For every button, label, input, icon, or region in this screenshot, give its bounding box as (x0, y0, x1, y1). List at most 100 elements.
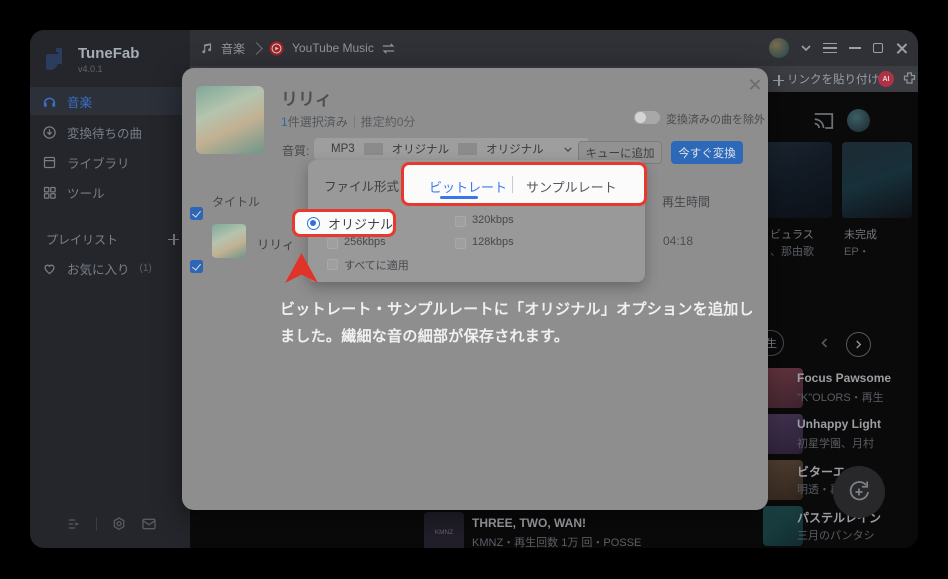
album-subtitle: EP・ (844, 243, 870, 259)
tab-bitrate[interactable]: ビットレート (429, 177, 507, 196)
column-duration-header: 再生時間 (662, 193, 710, 210)
song-subtitle: 三月のパンタシ (797, 527, 875, 543)
music-note-icon (200, 41, 214, 55)
playlist-cover-art (196, 86, 264, 154)
album-cover[interactable] (842, 142, 912, 218)
highlight-tabs-box: ビットレート サンプルレート (401, 162, 647, 206)
grid-icon (42, 185, 57, 200)
app-name: TuneFab (78, 46, 139, 61)
heart-icon (42, 261, 57, 276)
maximize-icon[interactable] (873, 43, 883, 53)
playlist-title: リリィ (281, 85, 332, 110)
library-icon (42, 155, 57, 170)
sidebar: TuneFab v4.0.1 音楽 変換待ちの曲 ライブラリ ツール プレイリス… (30, 30, 190, 548)
app-logo: TuneFab v4.0.1 (46, 46, 139, 74)
log-list-icon[interactable] (66, 516, 82, 532)
option-checkbox[interactable] (455, 238, 466, 249)
window-controls (769, 30, 908, 66)
swap-source-icon[interactable] (381, 42, 396, 55)
breadcrumb-current[interactable]: YouTube Music (292, 41, 374, 55)
highlight-original-option-box: オリジナル (292, 209, 396, 237)
tab-samplerate[interactable]: サンプルレート (526, 177, 617, 196)
cast-icon[interactable] (813, 112, 834, 130)
extension-icon[interactable] (902, 70, 917, 86)
song-subtitle: "K"OLORS・再生 (797, 389, 884, 405)
convert-dialog: リリィ 1件選択済み 推定約0分 音質: MP3 オリジナル オリジナル 変換済… (182, 68, 768, 510)
option-checkbox[interactable] (327, 238, 338, 249)
app-version: v4.0.1 (78, 64, 139, 74)
user-avatar[interactable] (847, 109, 870, 132)
playlist-header-label: プレイリスト (46, 231, 118, 248)
apply-all-checkbox[interactable] (327, 259, 338, 270)
youtube-music-icon (268, 40, 285, 57)
divider (364, 143, 383, 155)
minimize-icon[interactable] (849, 47, 861, 49)
mail-icon[interactable] (141, 516, 157, 532)
sidebar-item-library[interactable]: ライブラリ (30, 148, 190, 176)
floating-add-convert-button[interactable] (833, 466, 885, 518)
thumbnail-watermark: KMNZ (435, 529, 453, 536)
quality-format[interactable]: MP3 (322, 143, 364, 155)
sidebar-item-label: 変換待ちの曲 (67, 123, 142, 142)
now-playing-title[interactable]: THREE, TWO, WAN! (472, 516, 586, 530)
sidebar-item-queue[interactable]: 変換待ちの曲 (30, 118, 190, 146)
album-subtitle: 、那由歌 (770, 243, 814, 259)
next-page-button[interactable] (846, 332, 871, 357)
close-window-icon[interactable] (895, 42, 908, 55)
add-playlist-icon[interactable] (168, 234, 179, 245)
tab-file-format[interactable]: ファイル形式 (324, 176, 399, 195)
sidebar-item-label: 音楽 (67, 92, 92, 111)
ai-badge-label: AI (883, 76, 890, 83)
quality-selector[interactable]: MP3 オリジナル オリジナル (314, 138, 589, 160)
quality-bitrate[interactable]: オリジナル (383, 141, 459, 157)
gear-icon[interactable] (111, 516, 127, 532)
option-checkbox[interactable] (455, 216, 466, 227)
sidebar-item-music[interactable]: 音楽 (30, 87, 190, 115)
option-128kbps[interactable]: 128kbps (472, 236, 514, 248)
radio-selected-icon[interactable] (307, 217, 320, 230)
chevron-down-icon[interactable] (801, 45, 811, 51)
album-cover[interactable] (766, 142, 832, 218)
refresh-plus-icon (845, 478, 873, 506)
exclude-converted-toggle[interactable] (634, 111, 660, 124)
select-all-checkbox[interactable] (190, 207, 203, 220)
sidebar-footer (66, 516, 157, 532)
option-original[interactable]: オリジナル (328, 214, 393, 233)
song-subtitle: 初星学園、月村 (797, 435, 874, 451)
quality-samplerate[interactable]: オリジナル (477, 141, 553, 157)
selected-suffix: 件選択済み (288, 113, 348, 130)
sidebar-item-favorites[interactable]: お気に入り (1) (30, 254, 190, 282)
download-circle-icon (42, 125, 57, 140)
paste-link-label: リンクを貼り付け (787, 71, 879, 87)
now-playing-thumbnail[interactable]: KMNZ (424, 512, 464, 548)
album-title: 未完成 (844, 226, 877, 242)
tunefab-logo-icon (46, 46, 70, 74)
convert-now-button[interactable]: 今すぐ変換 (671, 141, 743, 164)
playlist-section-header: プレイリスト (30, 226, 190, 252)
chevron-right-icon (250, 42, 263, 55)
exclude-toggle-label: 変換済みの曲を除外 (666, 111, 765, 127)
song-title: Unhappy Light (797, 417, 881, 431)
menu-icon[interactable] (823, 43, 837, 54)
option-256kbps[interactable]: 256kbps (344, 236, 386, 248)
favorites-count: (1) (140, 263, 152, 274)
breadcrumb: 音楽 YouTube Music (200, 40, 396, 57)
ai-badge[interactable]: AI (878, 71, 894, 87)
divider (458, 143, 477, 155)
row-checkbox[interactable] (190, 260, 203, 273)
headphones-icon (42, 94, 57, 109)
quality-label: 音質: (282, 142, 309, 159)
now-playing-subtitle: KMNZ・再生回数 1万 回・POSSE (472, 534, 641, 548)
estimate-label: 推定約0分 (361, 113, 416, 130)
sidebar-item-tools[interactable]: ツール (30, 178, 190, 206)
chevron-left-icon[interactable] (820, 338, 829, 348)
selection-summary: 1件選択済み 推定約0分 (281, 113, 415, 130)
divider (96, 517, 97, 531)
row-song-title: リリィ (257, 234, 295, 253)
breadcrumb-root[interactable]: 音楽 (221, 40, 245, 57)
annotation-text: ビットレート・サンプルレートに「オリジナル」オプションを追加しました。繊細な音の… (280, 296, 764, 350)
option-320kbps[interactable]: 320kbps (472, 214, 514, 226)
apply-all-label[interactable]: すべてに適用 (344, 257, 409, 273)
account-avatar[interactable] (769, 38, 789, 58)
paste-link-button[interactable]: リンクを貼り付け (773, 71, 879, 87)
